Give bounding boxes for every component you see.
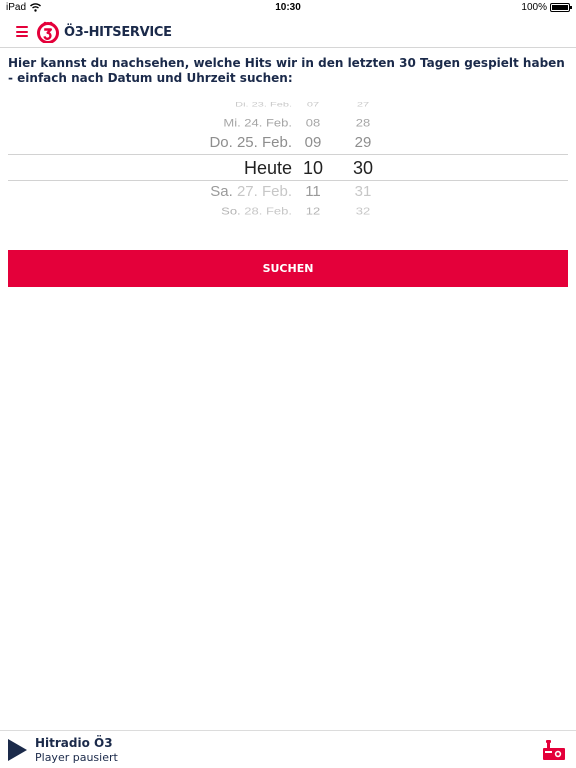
radio-icon[interactable] (542, 739, 566, 761)
intro-text: Hier kannst du nachsehen, welche Hits wi… (8, 56, 565, 85)
picker-day: Di. 23. Feb. (235, 101, 292, 109)
picker-day: So. 28. Feb. (221, 205, 292, 217)
picker-day-prefix: Sa. (210, 183, 233, 200)
picker-day: Sa. 27. Feb. (210, 183, 292, 200)
picker-minute: 31 (354, 183, 372, 200)
search-button[interactable]: SUCHEN (8, 250, 568, 287)
player-station-title: Hitradio Ö3 (35, 736, 113, 750)
picker-selected-row[interactable]: Heute 10 30 (8, 158, 568, 178)
status-bar: iPad 10:30 100% (0, 0, 576, 16)
hamburger-menu-icon[interactable] (16, 26, 28, 37)
battery-icon (550, 3, 572, 12)
picker-day-rest: 28. Feb. (244, 205, 292, 217)
picker-hour: 08 (305, 116, 321, 130)
picker-minute: 32 (355, 205, 371, 217)
picker-row[interactable]: Sa. 27. Feb. 11 31 (8, 183, 568, 203)
page-title: Ö3-HITSERVICE (64, 24, 172, 40)
picker-hour: 11 (305, 183, 321, 200)
picker-hour: 12 (305, 205, 321, 217)
play-icon[interactable] (8, 739, 27, 761)
picker-row[interactable]: Di. 23. Feb. 07 27 (8, 101, 568, 113)
picker-day: Mi. 24. Feb. (223, 116, 292, 130)
player-bar: Hitradio Ö3 Player pausiert (0, 730, 576, 768)
logo: Ö3-HITSERVICE (36, 21, 172, 43)
picker-day-rest: 27. Feb. (236, 183, 292, 200)
picker-selection-bottom-line (8, 180, 568, 181)
app-header: Ö3-HITSERVICE (0, 16, 576, 48)
status-right: 100% (521, 2, 572, 13)
picker-row[interactable]: Do. 25. Feb. 09 29 (8, 134, 568, 154)
picker-day: Do. 25. Feb. (209, 134, 292, 151)
picker-minute: 28 (355, 116, 371, 130)
date-time-picker[interactable]: Di. 23. Feb. 07 27 Mi. 24. Feb. 08 28 Do… (8, 100, 568, 224)
picker-row[interactable]: So. 28. Feb. 12 32 (8, 205, 568, 221)
battery-percent: 100% (521, 2, 547, 13)
picker-hour-selected: 10 (302, 158, 324, 178)
picker-day-selected: Heute (243, 158, 292, 178)
picker-minute: 29 (354, 134, 372, 151)
picker-row[interactable]: Mi. 24. Feb. 08 28 (8, 117, 568, 134)
status-time: 10:30 (275, 2, 301, 13)
picker-hour: 07 (306, 101, 320, 109)
picker-day-prefix: So. (221, 205, 241, 217)
picker-minute: 27 (356, 101, 370, 109)
picker-selection-top-line (8, 154, 568, 155)
picker-hour: 09 (304, 134, 322, 151)
oe3-logo-icon (37, 21, 59, 43)
picker-minute-selected: 30 (352, 158, 374, 178)
player-status: Player pausiert (35, 751, 118, 764)
